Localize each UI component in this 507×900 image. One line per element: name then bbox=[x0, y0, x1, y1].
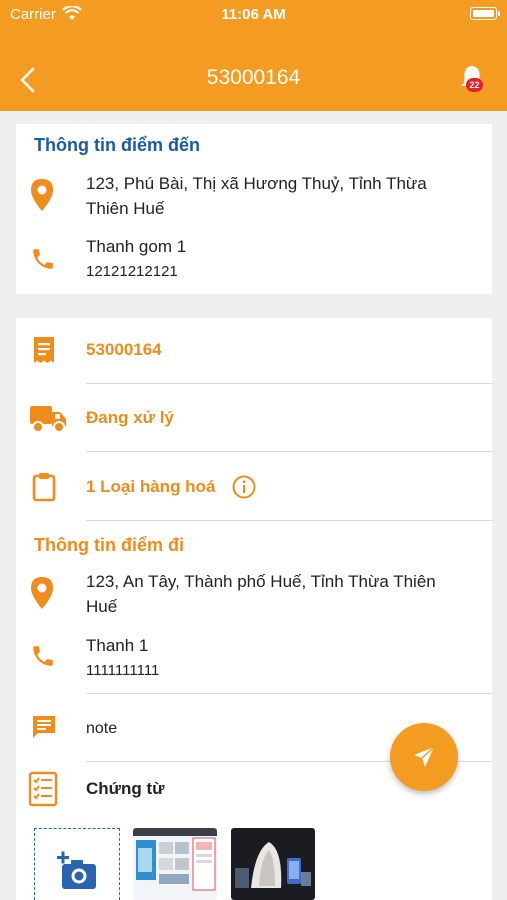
origin-title: Thông tin điểm đi bbox=[34, 535, 184, 555]
destination-phone[interactable]: 12121212121 bbox=[86, 263, 178, 280]
location-pin-icon bbox=[31, 577, 53, 609]
destination-contact-name: Thanh gom 1 bbox=[86, 237, 187, 256]
divider bbox=[86, 451, 492, 452]
add-camera-icon bbox=[57, 851, 96, 889]
document-thumbnail[interactable] bbox=[133, 828, 217, 900]
send-icon bbox=[414, 746, 435, 767]
page-title: 53000164 bbox=[206, 66, 301, 89]
order-code: 53000164 bbox=[86, 340, 162, 359]
phone-icon bbox=[33, 646, 53, 666]
header-bar: Carrier 11:06 AM 53000164 22 bbox=[0, 0, 507, 111]
origin-address: 123, An Tây, Thành phố Huế, Tỉnh Thừa Th… bbox=[86, 572, 436, 616]
order-status: Đang xử lý bbox=[86, 408, 174, 427]
status-bar: Carrier 11:06 AM bbox=[0, 0, 507, 30]
documents-title: Chứng từ bbox=[86, 779, 165, 798]
add-photo-button[interactable] bbox=[34, 828, 120, 900]
send-button[interactable] bbox=[390, 723, 458, 791]
battery-icon bbox=[470, 7, 500, 20]
origin-phone[interactable]: 1111111111 bbox=[86, 662, 159, 679]
document-thumbnail[interactable] bbox=[231, 828, 315, 900]
clock: 11:06 AM bbox=[221, 6, 286, 23]
checklist-icon bbox=[28, 771, 58, 807]
phone-icon bbox=[33, 249, 53, 269]
goods-type: 1 Loại hàng hoá bbox=[86, 477, 216, 496]
origin-contact-name: Thanh 1 bbox=[86, 636, 149, 655]
divider bbox=[86, 693, 492, 694]
notification-badge: 22 bbox=[466, 78, 483, 92]
info-icon[interactable] bbox=[232, 475, 256, 499]
receipt-icon bbox=[34, 337, 54, 363]
order-note: note bbox=[86, 720, 118, 737]
truck-icon bbox=[30, 406, 66, 433]
comment-icon bbox=[33, 716, 55, 738]
destination-address: 123, Phú Bài, Thị xã Hương Thuỷ, Tỉnh Th… bbox=[86, 174, 427, 218]
clipboard-icon bbox=[32, 473, 56, 502]
destination-card: Thông tin điểm đến 123, Phú Bài, Thị xã … bbox=[16, 124, 492, 294]
location-pin-icon bbox=[31, 179, 53, 211]
order-detail-card: 53000164 Đang xử lý 1 Loại hàng hoá Thôn… bbox=[16, 318, 492, 900]
destination-title: Thông tin điểm đến bbox=[34, 135, 200, 155]
divider bbox=[86, 520, 492, 521]
divider bbox=[86, 383, 492, 384]
